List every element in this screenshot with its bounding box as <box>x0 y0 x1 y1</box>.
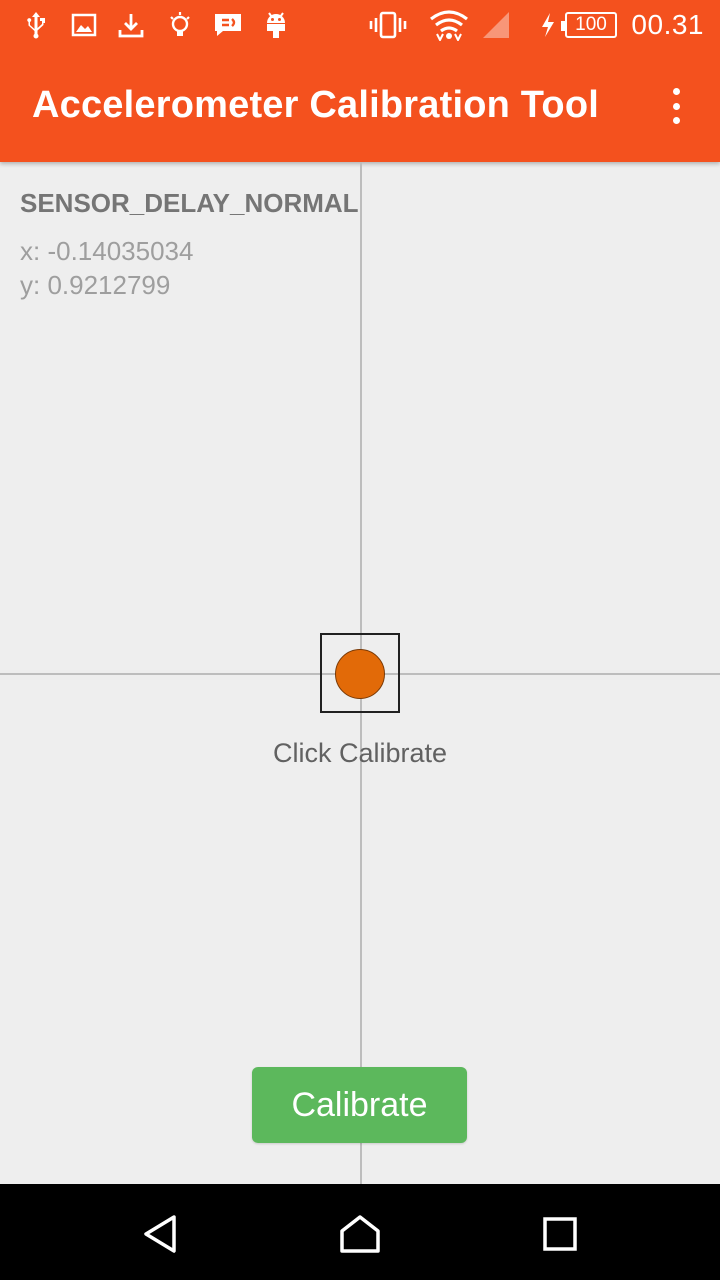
usb-icon <box>22 10 50 40</box>
sensor-delay-label: SENSOR_DELAY_NORMAL <box>20 188 359 218</box>
calibrate-button[interactable]: Calibrate <box>252 1067 467 1143</box>
signal-icon <box>480 10 512 40</box>
battery-indicator: 100 <box>561 12 617 38</box>
recents-icon[interactable] <box>538 1212 582 1256</box>
vibrate-icon <box>368 10 408 40</box>
y-value: y: 0.9212799 <box>20 270 171 300</box>
charging-icon <box>538 10 558 40</box>
wifi-icon <box>428 10 470 41</box>
menu-dot <box>672 117 680 124</box>
app-header: 100 00.31 Accelerometer Calibration Tool <box>0 0 720 162</box>
message-icon <box>212 10 244 40</box>
more-vert-icon[interactable] <box>656 84 696 128</box>
calibrate-hint: Click Calibrate <box>272 738 448 768</box>
position-dot <box>335 649 385 699</box>
status-bar: 100 00.31 <box>0 0 720 50</box>
android-icon <box>262 10 290 40</box>
navigation-bar <box>0 1184 720 1280</box>
download-icon <box>116 10 146 40</box>
home-icon[interactable] <box>338 1212 382 1256</box>
app-title: Accelerometer Calibration Tool <box>32 84 599 126</box>
back-icon[interactable] <box>138 1212 182 1256</box>
menu-dot <box>672 102 680 110</box>
image-icon <box>70 10 98 40</box>
bulb-icon <box>166 10 194 40</box>
menu-dot <box>672 88 680 95</box>
x-value: x: -0.14035034 <box>20 236 194 266</box>
calibration-area: SENSOR_DELAY_NORMAL x: -0.14035034 y: 0.… <box>0 162 720 1184</box>
status-time: 00.31 <box>631 9 704 40</box>
